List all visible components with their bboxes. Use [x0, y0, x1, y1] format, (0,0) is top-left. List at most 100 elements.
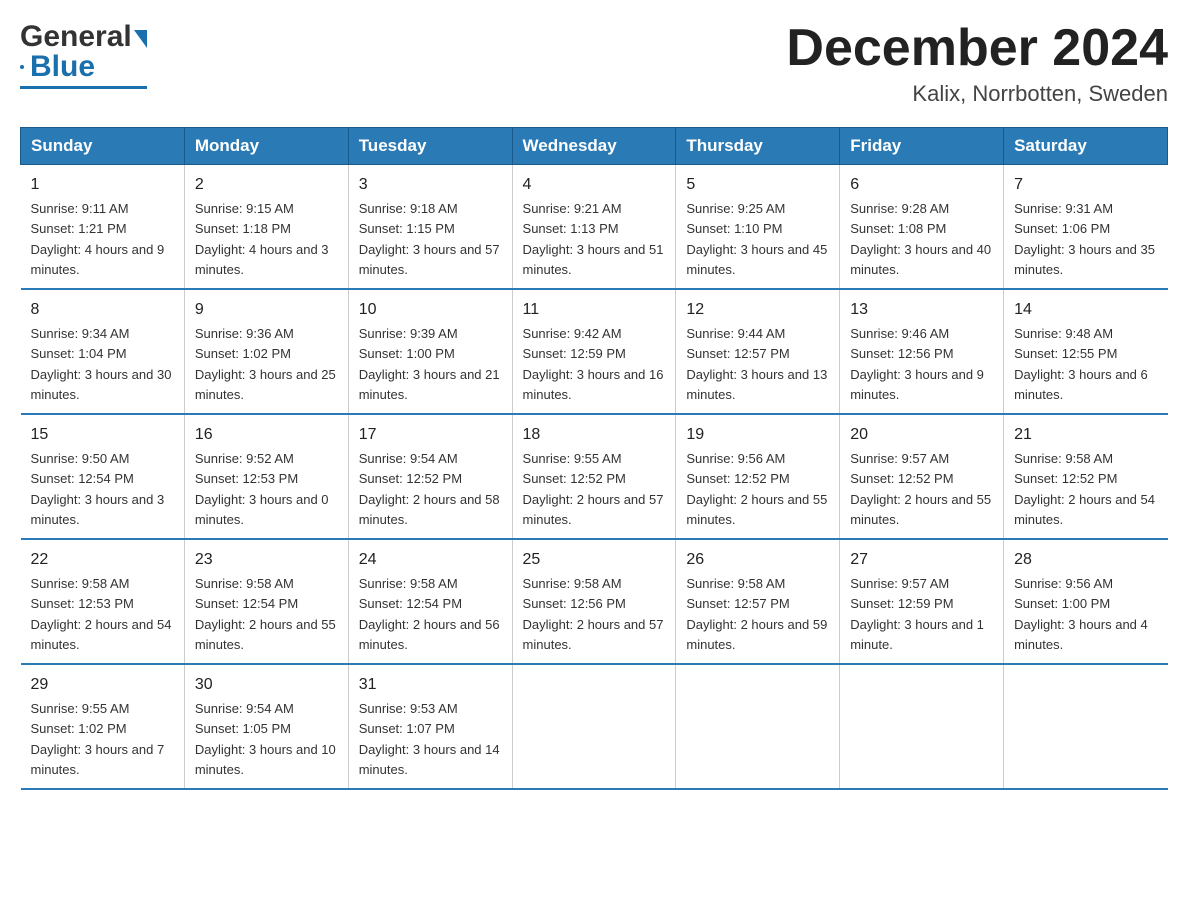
calendar-cell: 16 Sunrise: 9:52 AM Sunset: 12:53 PM Daylig…: [184, 414, 348, 539]
day-number: 13: [850, 298, 993, 322]
day-number: 16: [195, 423, 338, 447]
calendar-cell: [512, 664, 676, 789]
sunset-info: Sunset: 1:18 PM: [195, 221, 291, 236]
daylight-info: Daylight: 2 hours and 54 minutes.: [1014, 492, 1155, 527]
day-number: 2: [195, 173, 338, 197]
day-number: 24: [359, 548, 502, 572]
day-number: 7: [1014, 173, 1157, 197]
sunrise-info: Sunrise: 9:58 AM: [523, 576, 622, 591]
sunset-info: Sunset: 1:02 PM: [195, 346, 291, 361]
day-number: 29: [31, 673, 174, 697]
sunset-info: Sunset: 1:13 PM: [523, 221, 619, 236]
daylight-info: Daylight: 2 hours and 57 minutes.: [523, 492, 664, 527]
weekday-header-wednesday: Wednesday: [512, 128, 676, 165]
daylight-info: Daylight: 3 hours and 45 minutes.: [686, 242, 827, 277]
day-number: 14: [1014, 298, 1157, 322]
calendar-cell: 20Sunrise: 9:57 AMSunset: 12:52 PMDaylig…: [840, 414, 1004, 539]
day-number: 5: [686, 173, 829, 197]
daylight-info: Daylight: 4 hours and 9 minutes.: [31, 242, 165, 277]
weekday-header-sunday: Sunday: [21, 128, 185, 165]
calendar-cell: 24Sunrise: 9:58 AMSunset: 12:54 PMDaylig…: [348, 539, 512, 664]
daylight-info: Daylight: 3 hours and 1 minute.: [850, 617, 984, 652]
sunrise-info: Sunrise: 9:42 AM: [523, 326, 622, 341]
daylight-info: Daylight: 3 hours and 9 minutes.: [850, 367, 984, 402]
sunset-info: Sunset: 1:06 PM: [1014, 221, 1110, 236]
sunset-info: Sunset: 1:15 PM: [359, 221, 455, 236]
sunrise-info: Sunrise: 9:52 AM: [195, 451, 294, 466]
day-number: 17: [359, 423, 502, 447]
daylight-info: Daylight: 2 hours and 55 minutes.: [195, 617, 336, 652]
sunset-info: Sunset: 12:53 PM: [195, 471, 298, 486]
day-number: 4: [523, 173, 666, 197]
weekday-header-thursday: Thursday: [676, 128, 840, 165]
sunrise-info: Sunrise: 9:25 AM: [686, 201, 785, 216]
weekday-header-saturday: Saturday: [1004, 128, 1168, 165]
day-number: 8: [31, 298, 174, 322]
sunrise-info: Sunrise: 9:36 AM: [195, 326, 294, 341]
month-title: December 2024: [786, 20, 1168, 77]
daylight-info: Daylight: 2 hours and 55 minutes.: [686, 492, 827, 527]
day-number: 10: [359, 298, 502, 322]
calendar-cell: 7 Sunrise: 9:31 AM Sunset: 1:06 PM Daylight…: [1004, 165, 1168, 290]
sunset-info: Sunset: 12:52 PM: [359, 471, 462, 486]
sunset-info: Sunset: 1:10 PM: [686, 221, 782, 236]
sunset-info: Sunset: 1:04 PM: [31, 346, 127, 361]
calendar-table: SundayMondayTuesdayWednesdayThursdayFrid…: [20, 127, 1168, 790]
sunrise-info: Sunrise: 9:55 AM: [523, 451, 622, 466]
sunset-info: Sunset: 1:21 PM: [31, 221, 127, 236]
calendar-cell: 12Sunrise: 9:44 AMSunset: 12:57 PMDaylig…: [676, 289, 840, 414]
weekday-header-row: SundayMondayTuesdayWednesdayThursdayFrid…: [21, 128, 1168, 165]
daylight-info: Daylight: 3 hours and 25 minutes.: [195, 367, 336, 402]
calendar-week-row: 15Sunrise: 9:50 AMSunset: 12:54 PMDaylig…: [21, 414, 1168, 539]
sunset-info: Sunset: 12:59 PM: [850, 596, 953, 611]
calendar-week-row: 29Sunrise: 9:55 AMSunset: 1:02 PMDayligh…: [21, 664, 1168, 789]
daylight-info: Daylight: 3 hours and 16 minutes.: [523, 367, 664, 402]
sunrise-info: Sunrise: 9:50 AM: [31, 451, 130, 466]
sunrise-info: Sunrise: 9:58 AM: [686, 576, 785, 591]
daylight-info: Daylight: 3 hours and 35 minutes.: [1014, 242, 1155, 277]
day-number: 11: [523, 298, 666, 322]
calendar-week-row: 1Sunrise: 9:11 AMSunset: 1:21 PMDaylight…: [21, 165, 1168, 290]
sunset-info: Sunset: 12:54 PM: [31, 471, 134, 486]
sunrise-info: Sunrise: 9:34 AM: [31, 326, 130, 341]
sunrise-info: Sunrise: 9:56 AM: [686, 451, 785, 466]
daylight-info: Daylight: 3 hours and 4 minutes.: [1014, 617, 1148, 652]
calendar-cell: 3Sunrise: 9:18 AMSunset: 1:15 PMDaylight…: [348, 165, 512, 290]
daylight-info: Daylight: 2 hours and 59 minutes.: [686, 617, 827, 652]
calendar-week-row: 8 Sunrise: 9:34 AM Sunset: 1:04 PM Daylight…: [21, 289, 1168, 414]
logo-general-text: General: [20, 20, 132, 54]
day-number: 23: [195, 548, 338, 572]
sunset-info: Sunset: 12:52 PM: [686, 471, 789, 486]
daylight-info: Daylight: 4 hours and 3 minutes.: [195, 242, 329, 277]
sunrise-info: Sunrise: 9:58 AM: [359, 576, 458, 591]
calendar-cell: 30Sunrise: 9:54 AMSunset: 1:05 PMDayligh…: [184, 664, 348, 789]
sunrise-info: Sunrise: 9:44 AM: [686, 326, 785, 341]
calendar-cell: 1Sunrise: 9:11 AMSunset: 1:21 PMDaylight…: [21, 165, 185, 290]
sunrise-info: Sunrise: 9:21 AM: [523, 201, 622, 216]
daylight-info: Daylight: 3 hours and 51 minutes.: [523, 242, 664, 277]
sunset-info: Sunset: 12:52 PM: [850, 471, 953, 486]
daylight-info: Daylight: 3 hours and 0 minutes.: [195, 492, 329, 527]
calendar-cell: 5 Sunrise: 9:25 AM Sunset: 1:10 PM Daylight…: [676, 165, 840, 290]
day-number: 25: [523, 548, 666, 572]
calendar-cell: 11 Sunrise: 9:42 AM Sunset: 12:59 PM Daylig…: [512, 289, 676, 414]
day-number: 26: [686, 548, 829, 572]
calendar-cell: 9Sunrise: 9:36 AMSunset: 1:02 PMDaylight…: [184, 289, 348, 414]
daylight-info: Daylight: 3 hours and 6 minutes.: [1014, 367, 1148, 402]
location-title: Kalix, Norrbotten, Sweden: [786, 81, 1168, 107]
sunset-info: Sunset: 1:00 PM: [1014, 596, 1110, 611]
sunrise-info: Sunrise: 9:54 AM: [195, 701, 294, 716]
daylight-info: Daylight: 2 hours and 58 minutes.: [359, 492, 500, 527]
day-number: 22: [31, 548, 174, 572]
daylight-info: Daylight: 3 hours and 13 minutes.: [686, 367, 827, 402]
calendar-cell: [840, 664, 1004, 789]
logo: General Blue: [20, 20, 147, 89]
day-number: 1: [31, 173, 174, 197]
sunrise-info: Sunrise: 9:56 AM: [1014, 576, 1113, 591]
sunrise-info: Sunrise: 9:31 AM: [1014, 201, 1113, 216]
sunset-info: Sunset: 12:59 PM: [523, 346, 626, 361]
day-number: 28: [1014, 548, 1157, 572]
day-number: 12: [686, 298, 829, 322]
calendar-cell: 25Sunrise: 9:58 AMSunset: 12:56 PMDaylig…: [512, 539, 676, 664]
sunrise-info: Sunrise: 9:54 AM: [359, 451, 458, 466]
